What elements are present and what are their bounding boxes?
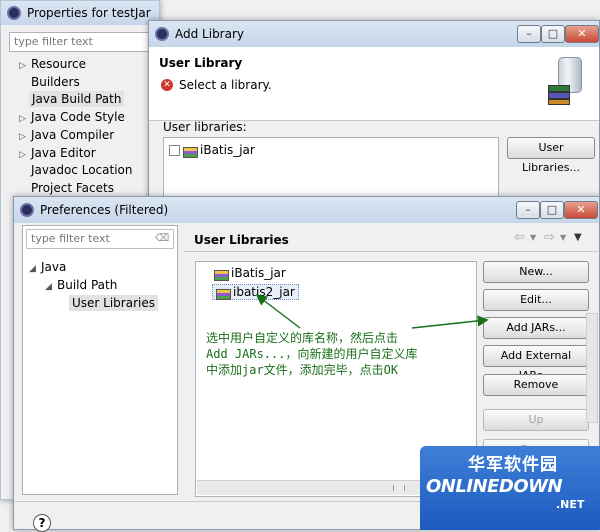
preferences-titlebar: Preferences (Filtered) xyxy=(14,197,599,223)
forward-menu-icon[interactable]: ▼ xyxy=(560,233,566,242)
tree-item-javadoc-location[interactable]: Javadoc Location xyxy=(31,163,132,177)
up-button[interactable]: Up xyxy=(483,409,589,431)
eclipse-icon xyxy=(7,6,21,20)
library-list-item[interactable]: iBatis_jar xyxy=(169,143,255,158)
collapse-arrow-icon[interactable]: ◢ xyxy=(45,282,57,292)
expand-arrow-icon[interactable]: ▷ xyxy=(19,114,31,124)
preferences-title: Preferences (Filtered) xyxy=(40,203,169,217)
properties-title: Properties for testJar xyxy=(27,6,151,20)
annotation-line-1: 选中用户自定义的库名称，然后点击 xyxy=(206,331,399,345)
onlinedown-watermark: 华军软件园 ONLINEDOWN .NET xyxy=(420,446,600,530)
back-arrow-icon[interactable]: ⇦ xyxy=(514,230,525,245)
close-button[interactable]: ✕ xyxy=(565,25,599,43)
tree-item-java-editor[interactable]: ▷ Java Editor xyxy=(19,146,96,160)
properties-filter-input[interactable]: type filter text xyxy=(9,32,157,52)
forward-arrow-icon[interactable]: ⇨ xyxy=(544,230,555,245)
eclipse-icon xyxy=(20,203,34,217)
add-library-header: User Library ✕ Select a library. xyxy=(149,47,599,121)
minimize-button[interactable]: – xyxy=(517,25,541,43)
library-banner-icon xyxy=(544,55,592,105)
vertical-scrollbar[interactable] xyxy=(586,313,598,423)
watermark-brand-en: ONLINEDOWN xyxy=(426,476,563,497)
collapse-arrow-icon[interactable]: ◢ xyxy=(29,264,41,274)
tree-item-builders[interactable]: Builders xyxy=(31,75,80,89)
annotation-line-3: 中添加jar文件，添加完毕，点击OK xyxy=(206,363,399,377)
eclipse-icon xyxy=(155,27,169,41)
add-library-window: Add Library – □ ✕ User Library ✕ Select … xyxy=(148,20,600,220)
tree-item-user-libraries[interactable]: User Libraries xyxy=(69,295,158,311)
tree-item-build-path[interactable]: ◢ Build Path xyxy=(45,278,117,292)
expand-arrow-icon[interactable]: ▷ xyxy=(19,61,31,71)
help-icon[interactable]: ? xyxy=(33,514,51,532)
jar-icon xyxy=(183,145,198,158)
library-item-ibatis2[interactable]: ibatis2_jar xyxy=(212,284,299,300)
tree-item-java-compiler[interactable]: ▷ Java Compiler xyxy=(19,128,114,142)
tree-item-resource[interactable]: ▷ Resource xyxy=(19,57,86,71)
error-message: Select a library. xyxy=(179,78,272,92)
add-external-jars-button[interactable]: Add External JARs... xyxy=(483,345,589,382)
tree-item-project-facets[interactable]: Project Facets xyxy=(31,181,114,195)
jar-icon xyxy=(214,268,229,281)
edit-button[interactable]: Edit... xyxy=(483,289,589,311)
preferences-tree-pane: type filter text ⌫ ◢ Java ◢ Build Path Use… xyxy=(22,225,178,495)
preferences-filter-input[interactable]: type filter text xyxy=(26,229,174,249)
close-button[interactable]: ✕ xyxy=(564,201,598,219)
add-jars-button[interactable]: Add JARs... xyxy=(483,317,589,339)
remove-button[interactable]: Remove xyxy=(483,374,589,396)
add-library-heading: User Library xyxy=(159,56,243,70)
jar-icon xyxy=(216,287,231,300)
library-item-ibatis[interactable]: iBatis_jar xyxy=(214,266,286,281)
maximize-button[interactable]: □ xyxy=(540,201,564,219)
minimize-button[interactable]: – xyxy=(516,201,540,219)
watermark-suffix: .NET xyxy=(556,498,585,511)
tree-item-java[interactable]: ◢ Java xyxy=(29,260,66,274)
back-menu-icon[interactable]: ▼ xyxy=(530,233,536,242)
add-library-title: Add Library xyxy=(175,27,245,41)
library-checkbox[interactable] xyxy=(169,145,180,156)
view-menu-icon[interactable]: ▼ xyxy=(574,232,582,243)
header-separator xyxy=(184,251,598,252)
error-icon: ✕ xyxy=(161,79,173,91)
user-libraries-button[interactable]: User Libraries... xyxy=(507,137,595,174)
user-libraries-label: User libraries: xyxy=(163,120,247,134)
maximize-button[interactable]: □ xyxy=(541,25,565,43)
clear-filter-icon[interactable]: ⌫ xyxy=(155,233,169,245)
annotation-line-2: Add JARs...，向新建的用户自定义库 xyxy=(206,347,418,361)
tree-item-java-code-style[interactable]: ▷ Java Code Style xyxy=(19,110,125,124)
expand-arrow-icon[interactable]: ▷ xyxy=(19,150,31,160)
properties-titlebar: Properties for testJar xyxy=(1,1,159,25)
new-button[interactable]: New... xyxy=(483,261,589,283)
scrollbar-grip[interactable] xyxy=(393,485,405,491)
watermark-brand-cn: 华军软件园 xyxy=(468,455,558,475)
preferences-page-title: User Libraries xyxy=(194,233,289,247)
tree-item-java-build-path[interactable]: Java Build Path xyxy=(29,91,125,107)
expand-arrow-icon[interactable]: ▷ xyxy=(19,132,31,142)
